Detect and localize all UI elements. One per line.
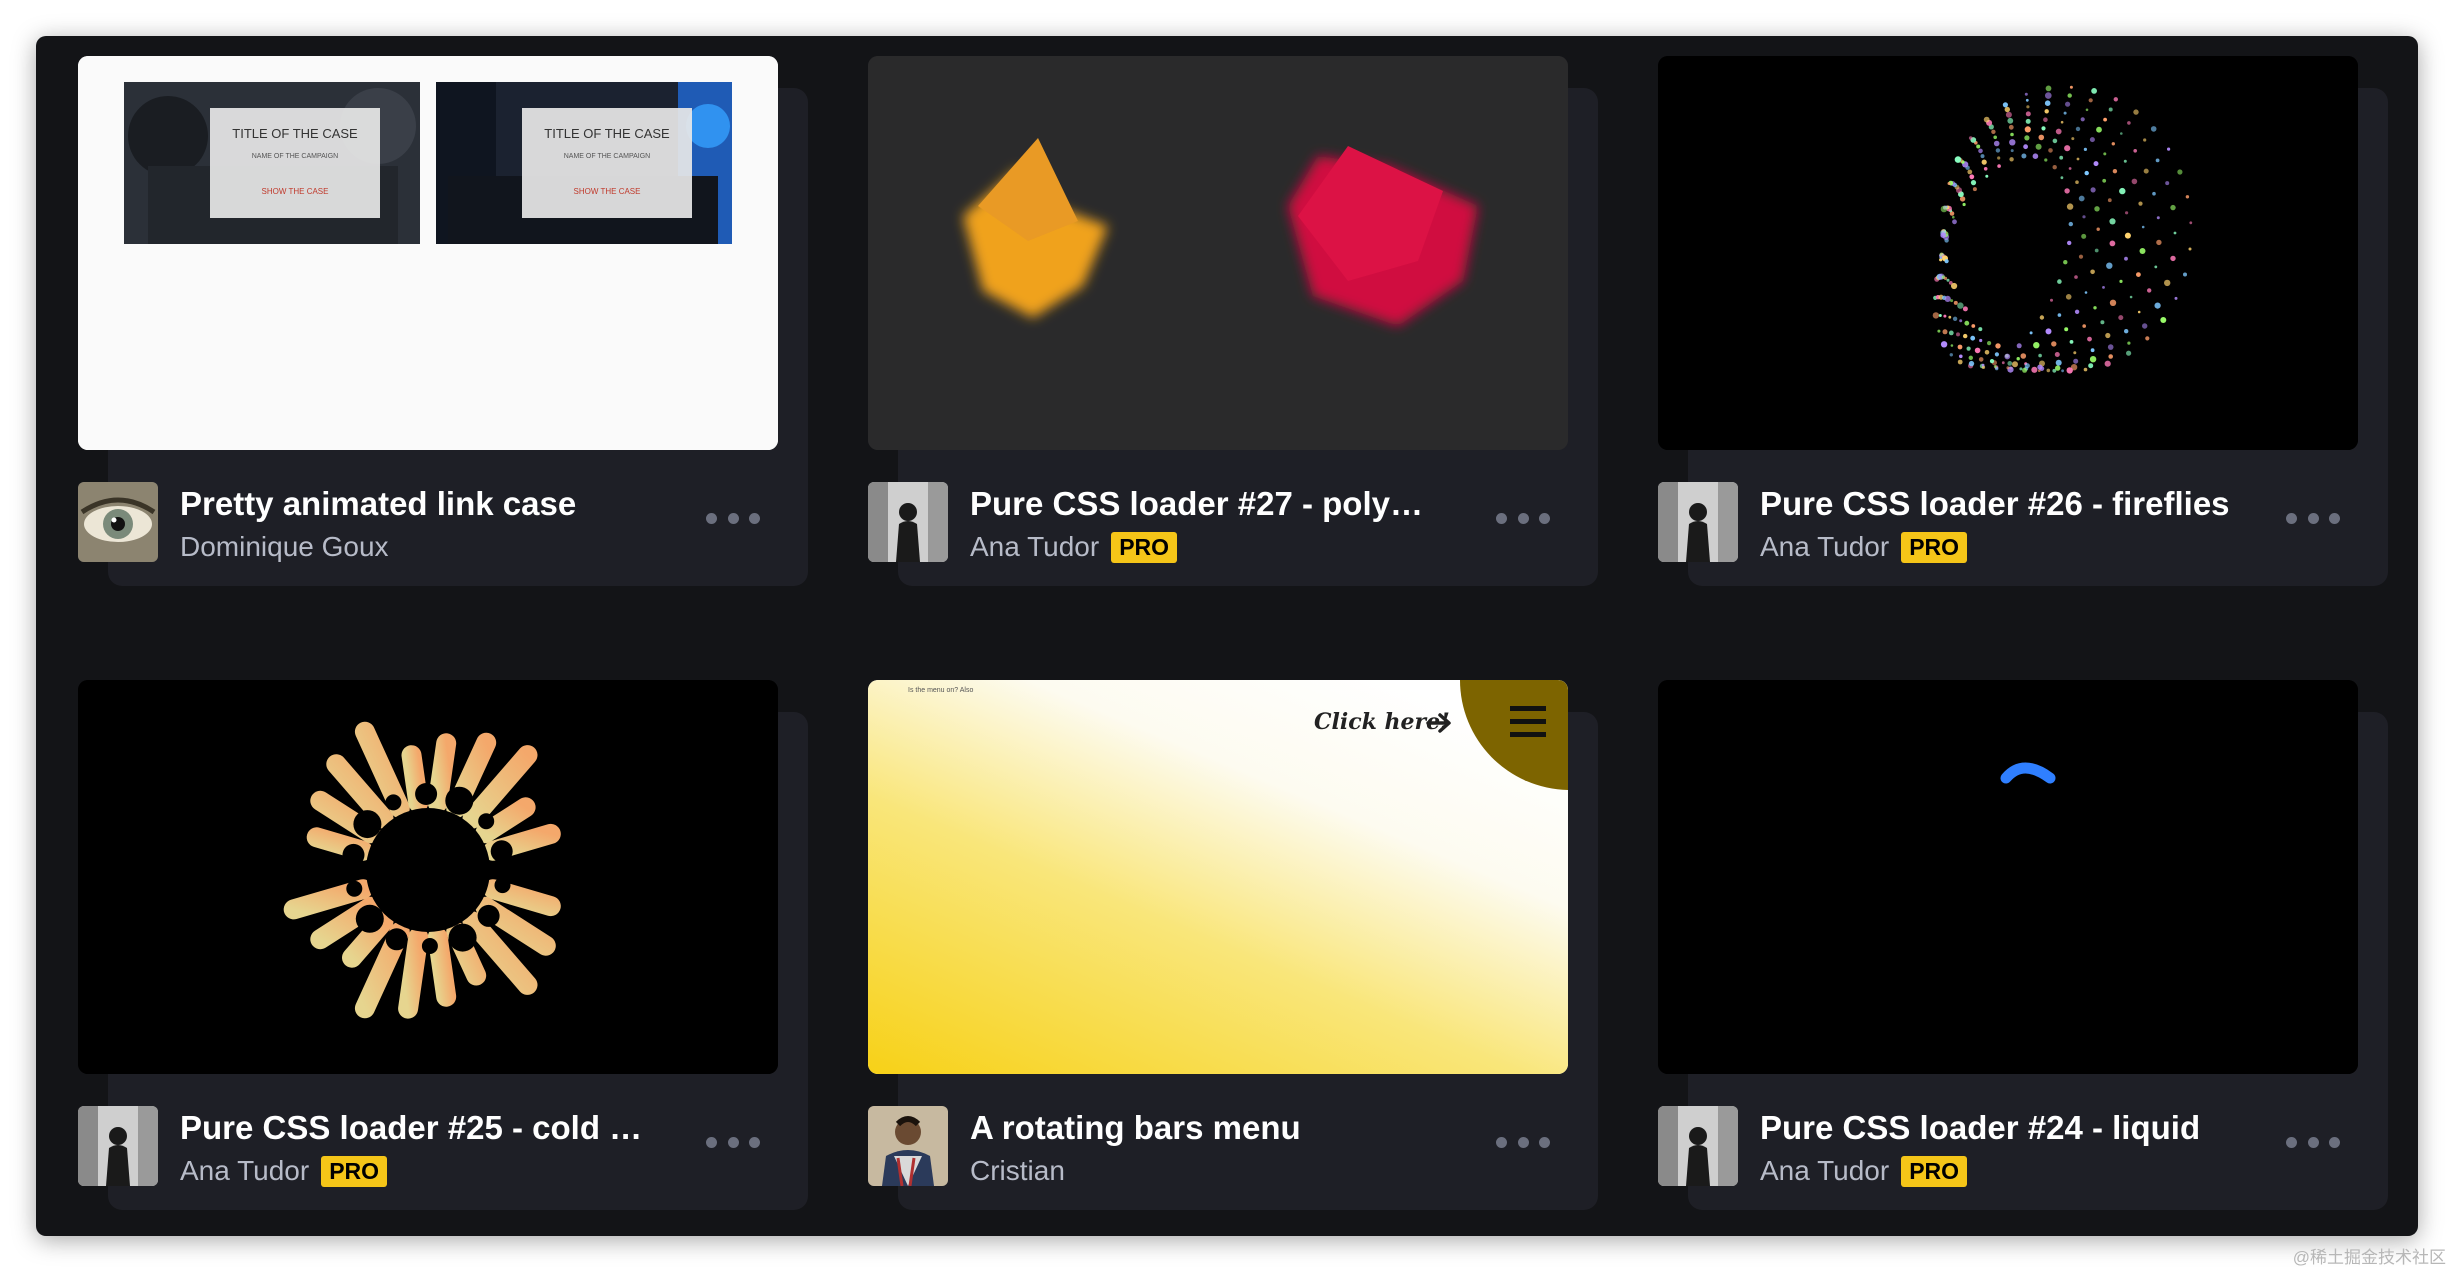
preview-image: TITLE OF THE CASE NAME OF THE CAMPAIGN S…	[78, 56, 778, 450]
pen-card[interactable]: Pure CSS loader #27 - polygons Ana Tudor…	[868, 56, 1598, 616]
pen-author[interactable]: Ana Tudor	[970, 530, 1099, 564]
preview-image	[78, 680, 778, 1074]
preview-image	[868, 56, 1568, 450]
pen-meta: Pure CSS loader #24 - liquid Ana Tudor P…	[1658, 1104, 2358, 1188]
silhouette-avatar-image	[78, 1106, 158, 1186]
pen-card[interactable]: Pure CSS loader #24 - liquid Ana Tudor P…	[1658, 680, 2388, 1236]
author-avatar[interactable]	[78, 1106, 158, 1186]
pen-title[interactable]: Pure CSS loader #27 - polygons	[970, 484, 1440, 524]
preview-image	[1658, 56, 2358, 450]
person-avatar-image	[868, 1106, 948, 1186]
pen-card[interactable]: Pure CSS loader #26 - fireflies Ana Tudo…	[1658, 56, 2388, 616]
pen-preview[interactable]	[1658, 680, 2358, 1074]
silhouette-avatar-image	[1658, 482, 1738, 562]
pen-grid: TITLE OF THE CASE NAME OF THE CAMPAIGN S…	[78, 56, 2388, 1236]
pen-card[interactable]: Is the menu on? Also Click here! A rotat…	[868, 680, 1598, 1236]
author-row: Dominique Goux	[180, 530, 389, 564]
author-row: Cristian	[970, 1154, 1065, 1188]
pen-author[interactable]: Dominique Goux	[180, 530, 389, 564]
pen-meta: Pretty animated link case Dominique Goux	[78, 480, 778, 564]
pen-meta: Pure CSS loader #26 - fireflies Ana Tudo…	[1658, 480, 2358, 564]
pen-preview[interactable]	[78, 680, 778, 1074]
pen-title[interactable]: Pure CSS loader #25 - cold flower	[180, 1108, 650, 1148]
pen-author[interactable]: Cristian	[970, 1154, 1065, 1188]
pro-badge: PRO	[1901, 531, 1968, 563]
more-dots-icon[interactable]	[706, 498, 760, 538]
svg-text:Is the menu on? Also: Is the menu on? Also	[908, 687, 973, 694]
pen-grid-window: TITLE OF THE CASE NAME OF THE CAMPAIGN S…	[36, 36, 2418, 1236]
pen-preview[interactable]: TITLE OF THE CASE NAME OF THE CAMPAIGN S…	[78, 56, 778, 450]
author-avatar[interactable]	[868, 482, 948, 562]
pen-title[interactable]: Pure CSS loader #26 - fireflies	[1760, 484, 2230, 524]
silhouette-avatar-image	[868, 482, 948, 562]
eye-avatar-image	[78, 482, 158, 562]
preview-image: Is the menu on? Also Click here!	[868, 680, 1568, 1074]
pen-preview[interactable]	[1658, 56, 2358, 450]
hamburger-menu-icon[interactable]	[1510, 706, 1546, 737]
watermark: @稀土掘金技术社区	[2292, 1248, 2446, 1267]
pen-meta: Pure CSS loader #27 - polygons Ana Tudor…	[868, 480, 1568, 564]
pen-preview[interactable]: Is the menu on? Also Click here!	[868, 680, 1568, 1074]
more-dots-icon[interactable]	[1496, 498, 1550, 538]
author-row: Ana Tudor PRO	[1760, 1154, 1968, 1188]
author-row: Ana Tudor PRO	[970, 530, 1178, 564]
pro-badge: PRO	[1901, 1155, 1968, 1187]
pro-badge: PRO	[321, 1155, 388, 1187]
pen-card[interactable]: TITLE OF THE CASE NAME OF THE CAMPAIGN S…	[78, 56, 808, 616]
author-avatar[interactable]	[78, 482, 158, 562]
pen-card[interactable]: Pure CSS loader #25 - cold flower Ana Tu…	[78, 680, 808, 1236]
pro-badge: PRO	[1111, 531, 1178, 563]
author-row: Ana Tudor PRO	[1760, 530, 1968, 564]
more-dots-icon[interactable]	[2286, 1122, 2340, 1162]
svg-text:NAME OF THE CAMPAIGN: NAME OF THE CAMPAIGN	[252, 153, 338, 160]
svg-text:TITLE OF THE CASE: TITLE OF THE CASE	[232, 126, 358, 141]
pen-title[interactable]: Pretty animated link case	[180, 484, 650, 524]
more-dots-icon[interactable]	[2286, 498, 2340, 538]
pen-title[interactable]: A rotating bars menu	[970, 1108, 1440, 1148]
pen-author[interactable]: Ana Tudor	[1760, 1154, 1889, 1188]
pen-author[interactable]: Ana Tudor	[180, 1154, 309, 1188]
svg-text:SHOW THE CASE: SHOW THE CASE	[262, 187, 329, 196]
svg-text:TITLE OF THE CASE: TITLE OF THE CASE	[544, 126, 670, 141]
pen-meta: Pure CSS loader #25 - cold flower Ana Tu…	[78, 1104, 778, 1188]
preview-image	[1658, 680, 2358, 1074]
more-dots-icon[interactable]	[1496, 1122, 1550, 1162]
author-row: Ana Tudor PRO	[180, 1154, 388, 1188]
svg-text:NAME OF THE CAMPAIGN: NAME OF THE CAMPAIGN	[564, 153, 650, 160]
author-avatar[interactable]	[1658, 1106, 1738, 1186]
pen-author[interactable]: Ana Tudor	[1760, 530, 1889, 564]
svg-text:SHOW THE CASE: SHOW THE CASE	[574, 187, 641, 196]
pen-preview[interactable]	[868, 56, 1568, 450]
pen-title[interactable]: Pure CSS loader #24 - liquid	[1760, 1108, 2230, 1148]
more-dots-icon[interactable]	[706, 1122, 760, 1162]
pen-meta: A rotating bars menu Cristian	[868, 1104, 1568, 1188]
silhouette-avatar-image	[1658, 1106, 1738, 1186]
author-avatar[interactable]	[868, 1106, 948, 1186]
author-avatar[interactable]	[1658, 482, 1738, 562]
